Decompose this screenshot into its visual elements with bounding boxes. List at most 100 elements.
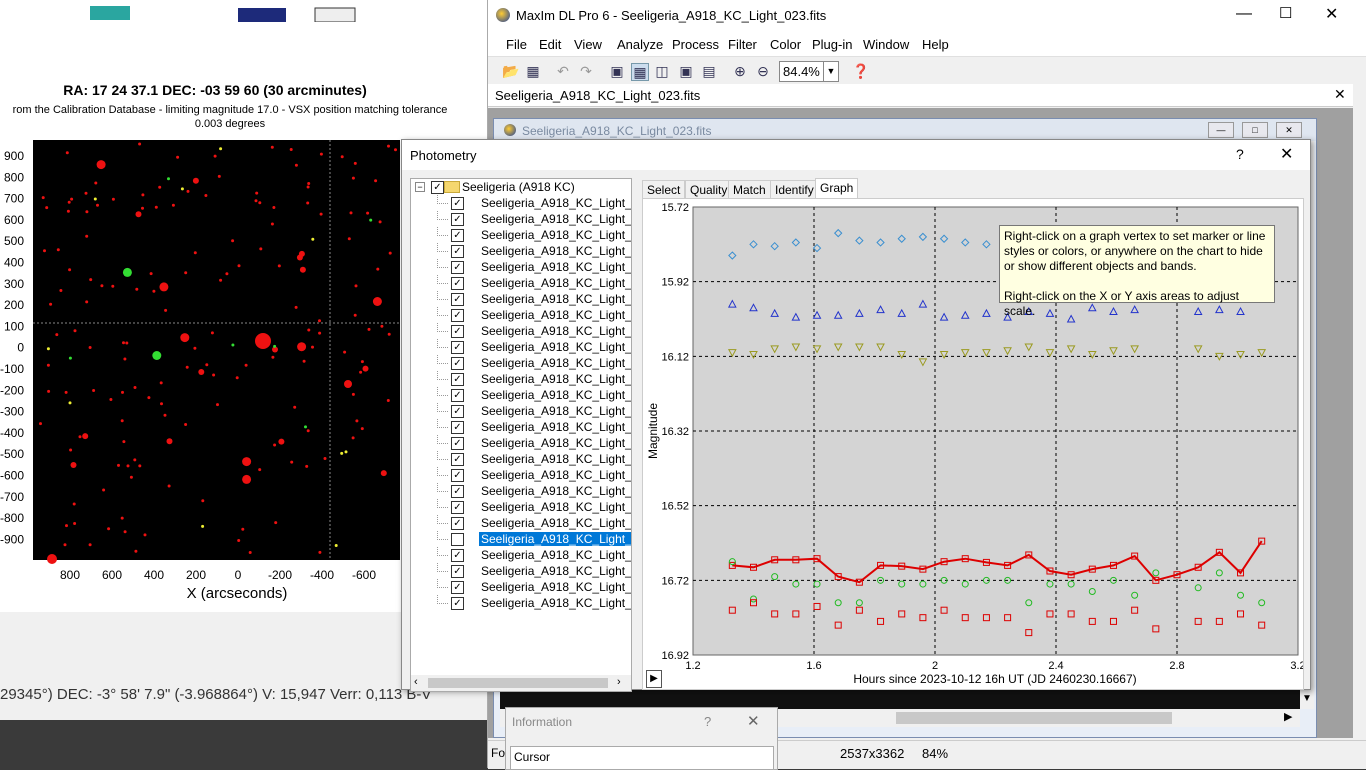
menu-process[interactable]: Process (672, 37, 719, 52)
tree-item-row[interactable]: ✓ Seeligeria_A918_KC_Light_009 (411, 307, 631, 323)
tree-item-checkbox[interactable]: ✓ (451, 213, 464, 226)
tree-item-checkbox[interactable]: ✓ (451, 549, 464, 562)
tree-item-checkbox[interactable]: ✓ (451, 469, 464, 482)
tree-item-row[interactable]: ✓ Seeligeria_A918_KC_Light_018 (411, 451, 631, 467)
menu-help[interactable]: Help (922, 37, 949, 52)
properties-icon[interactable]: ▤ (701, 63, 717, 79)
information-close-icon[interactable]: ✕ (747, 712, 760, 730)
tree-item-row[interactable]: Seeligeria_A918_KC_Light_023 (411, 531, 631, 547)
image-close-icon[interactable]: ✕ (1276, 122, 1302, 138)
tree-item-checkbox[interactable]: ✓ (451, 293, 464, 306)
menu-filter[interactable]: Filter (728, 37, 757, 52)
scroll-down-icon[interactable]: ▼ (1302, 693, 1312, 704)
play-icon[interactable]: ▶ (646, 670, 662, 688)
menu-view[interactable]: View (574, 37, 602, 52)
image-icon[interactable]: ▣ (609, 63, 625, 79)
help-icon[interactable]: ? (1236, 146, 1244, 162)
tree-item-row[interactable]: ✓ Seeligeria_A918_KC_Light_013 (411, 371, 631, 387)
close-icon[interactable]: ✕ (1325, 4, 1338, 24)
menu-edit[interactable]: Edit (539, 37, 561, 52)
image-tree[interactable]: − ✓ Seeligeria (A918 KC) ✓ Seeligeria_A91… (410, 178, 632, 692)
image-minimize-icon[interactable]: — (1208, 122, 1234, 138)
menu-window[interactable]: Window (863, 37, 909, 52)
tree-item-checkbox[interactable]: ✓ (451, 373, 464, 386)
tree-item-row[interactable]: ✓ Seeligeria_A918_KC_Light_016 (411, 419, 631, 435)
menu-analyze[interactable]: Analyze (617, 37, 663, 52)
tree-item-checkbox[interactable]: ✓ (451, 325, 464, 338)
tree-item-row[interactable]: ✓ Seeligeria_A918_KC_Light_020 (411, 483, 631, 499)
group-checkbox[interactable]: ✓ (431, 181, 444, 194)
tree-item-checkbox[interactable]: ✓ (451, 421, 464, 434)
tree-item-checkbox[interactable]: ✓ (451, 357, 464, 370)
tree-item-row[interactable]: ✓ Seeligeria_A918_KC_Light_010 (411, 323, 631, 339)
screen-stretch-icon[interactable]: ▦ (631, 63, 649, 81)
tree-item-row[interactable]: ✓ Seeligeria_A918_KC_Light_026 (411, 579, 631, 595)
tab-close-icon[interactable]: ✕ (1334, 86, 1346, 103)
star-map-field[interactable] (33, 140, 400, 560)
maximize-icon[interactable]: ☐ (1279, 4, 1292, 22)
chevron-down-icon[interactable]: ▼ (823, 62, 838, 81)
tree-item-row[interactable]: ✓ Seeligeria_A918_KC_Light_006 (411, 259, 631, 275)
tree-item-row[interactable]: ✓ Seeligeria_A918_KC_Light_027 (411, 595, 631, 611)
tree-item-checkbox[interactable]: ✓ (451, 597, 464, 610)
tree-item-row[interactable]: ✓ Seeligeria_A918_KC_Light_012 (411, 355, 631, 371)
collapse-icon[interactable]: − (415, 182, 425, 192)
tree-item-checkbox[interactable]: ✓ (451, 229, 464, 242)
tree-item-row[interactable]: ✓ Seeligeria_A918_KC_Light_008 (411, 291, 631, 307)
photometry-close-icon[interactable]: ✕ (1280, 144, 1293, 164)
tree-item-row[interactable]: ✓ Seeligeria_A918_KC_Light_015 (411, 403, 631, 419)
tree-item-checkbox[interactable]: ✓ (451, 277, 464, 290)
image-maximize-icon[interactable]: □ (1242, 122, 1268, 138)
open-icon[interactable]: 📂 (502, 63, 519, 79)
tree-item-row[interactable]: ✓ Seeligeria_A918_KC_Light_004 (411, 227, 631, 243)
zoom-out-icon[interactable]: ⊖ (755, 63, 771, 79)
menu-plugin[interactable]: Plug-in (812, 37, 852, 52)
tree-item-row[interactable]: ✓ Seeligeria_A918_KC_Light_005 (411, 243, 631, 259)
tree-item-row[interactable]: ✓ Seeligeria_A918_KC_Light_007 (411, 275, 631, 291)
tree-item-row[interactable]: ✓ Seeligeria_A918_KC_Light_002 (411, 195, 631, 211)
tab-identify[interactable]: Identify (770, 180, 819, 199)
tree-item-row[interactable]: ✓ Seeligeria_A918_KC_Light_025 (411, 563, 631, 579)
tree-item-checkbox[interactable]: ✓ (451, 581, 464, 594)
tree-item-checkbox[interactable]: ✓ (451, 197, 464, 210)
information-help-icon[interactable]: ? (704, 714, 711, 729)
menu-file[interactable]: File (506, 37, 527, 52)
tree-scroll-right-icon[interactable]: › (617, 676, 621, 688)
flip-icon[interactable]: ◫ (654, 63, 670, 79)
undo-icon[interactable]: ↶ (555, 63, 571, 79)
tree-item-row[interactable]: ✓ Seeligeria_A918_KC_Light_014 (411, 387, 631, 403)
tree-item-row[interactable]: ✓ Seeligeria_A918_KC_Light_022 (411, 515, 631, 531)
tree-item-row[interactable]: ✓ Seeligeria_A918_KC_Light_003 (411, 211, 631, 227)
tree-item-checkbox[interactable]: ✓ (451, 501, 464, 514)
tree-item-checkbox[interactable]: ✓ (451, 245, 464, 258)
tree-group-row[interactable]: − ✓ Seeligeria (A918 KC) (411, 179, 631, 195)
tree-item-checkbox[interactable] (451, 533, 464, 546)
redo-icon[interactable]: ↷ (578, 63, 594, 79)
minimize-icon[interactable]: — (1236, 5, 1252, 23)
scrollbar-thumb[interactable] (896, 712, 1172, 724)
tab-match[interactable]: Match (728, 180, 771, 199)
tab-select[interactable]: Select (642, 180, 686, 199)
document-tab[interactable]: Seeligeria_A918_KC_Light_023.fits (495, 88, 700, 103)
lock-icon[interactable]: ▣ (678, 63, 694, 79)
tree-item-checkbox[interactable]: ✓ (451, 565, 464, 578)
tree-item-checkbox[interactable]: ✓ (451, 485, 464, 498)
tab-quality[interactable]: Quality (685, 180, 733, 199)
tree-item-checkbox[interactable]: ✓ (451, 261, 464, 274)
tree-item-checkbox[interactable]: ✓ (451, 389, 464, 402)
tab-graph[interactable]: Graph (815, 178, 859, 199)
tree-item-checkbox[interactable]: ✓ (451, 437, 464, 450)
context-help-icon[interactable]: ❓ (852, 63, 869, 79)
tree-item-row[interactable]: ✓ Seeligeria_A918_KC_Light_024 (411, 547, 631, 563)
tree-item-row[interactable]: ✓ Seeligeria_A918_KC_Light_019 (411, 467, 631, 483)
scroll-right-icon[interactable]: ▶ (1284, 710, 1292, 723)
tree-item-row[interactable]: ✓ Seeligeria_A918_KC_Light_011 (411, 339, 631, 355)
menu-color[interactable]: Color (770, 37, 801, 52)
tree-item-row[interactable]: ✓ Seeligeria_A918_KC_Light_017 (411, 435, 631, 451)
tree-item-row[interactable]: ✓ Seeligeria_A918_KC_Light_021 (411, 499, 631, 515)
tree-horizontal-scrollbar[interactable]: ‹ › (411, 675, 631, 691)
tree-item-checkbox[interactable]: ✓ (451, 517, 464, 530)
zoom-in-icon[interactable]: ⊕ (732, 63, 748, 79)
tree-item-checkbox[interactable]: ✓ (451, 453, 464, 466)
zoom-select[interactable]: 84.4% ▼ (779, 61, 839, 82)
